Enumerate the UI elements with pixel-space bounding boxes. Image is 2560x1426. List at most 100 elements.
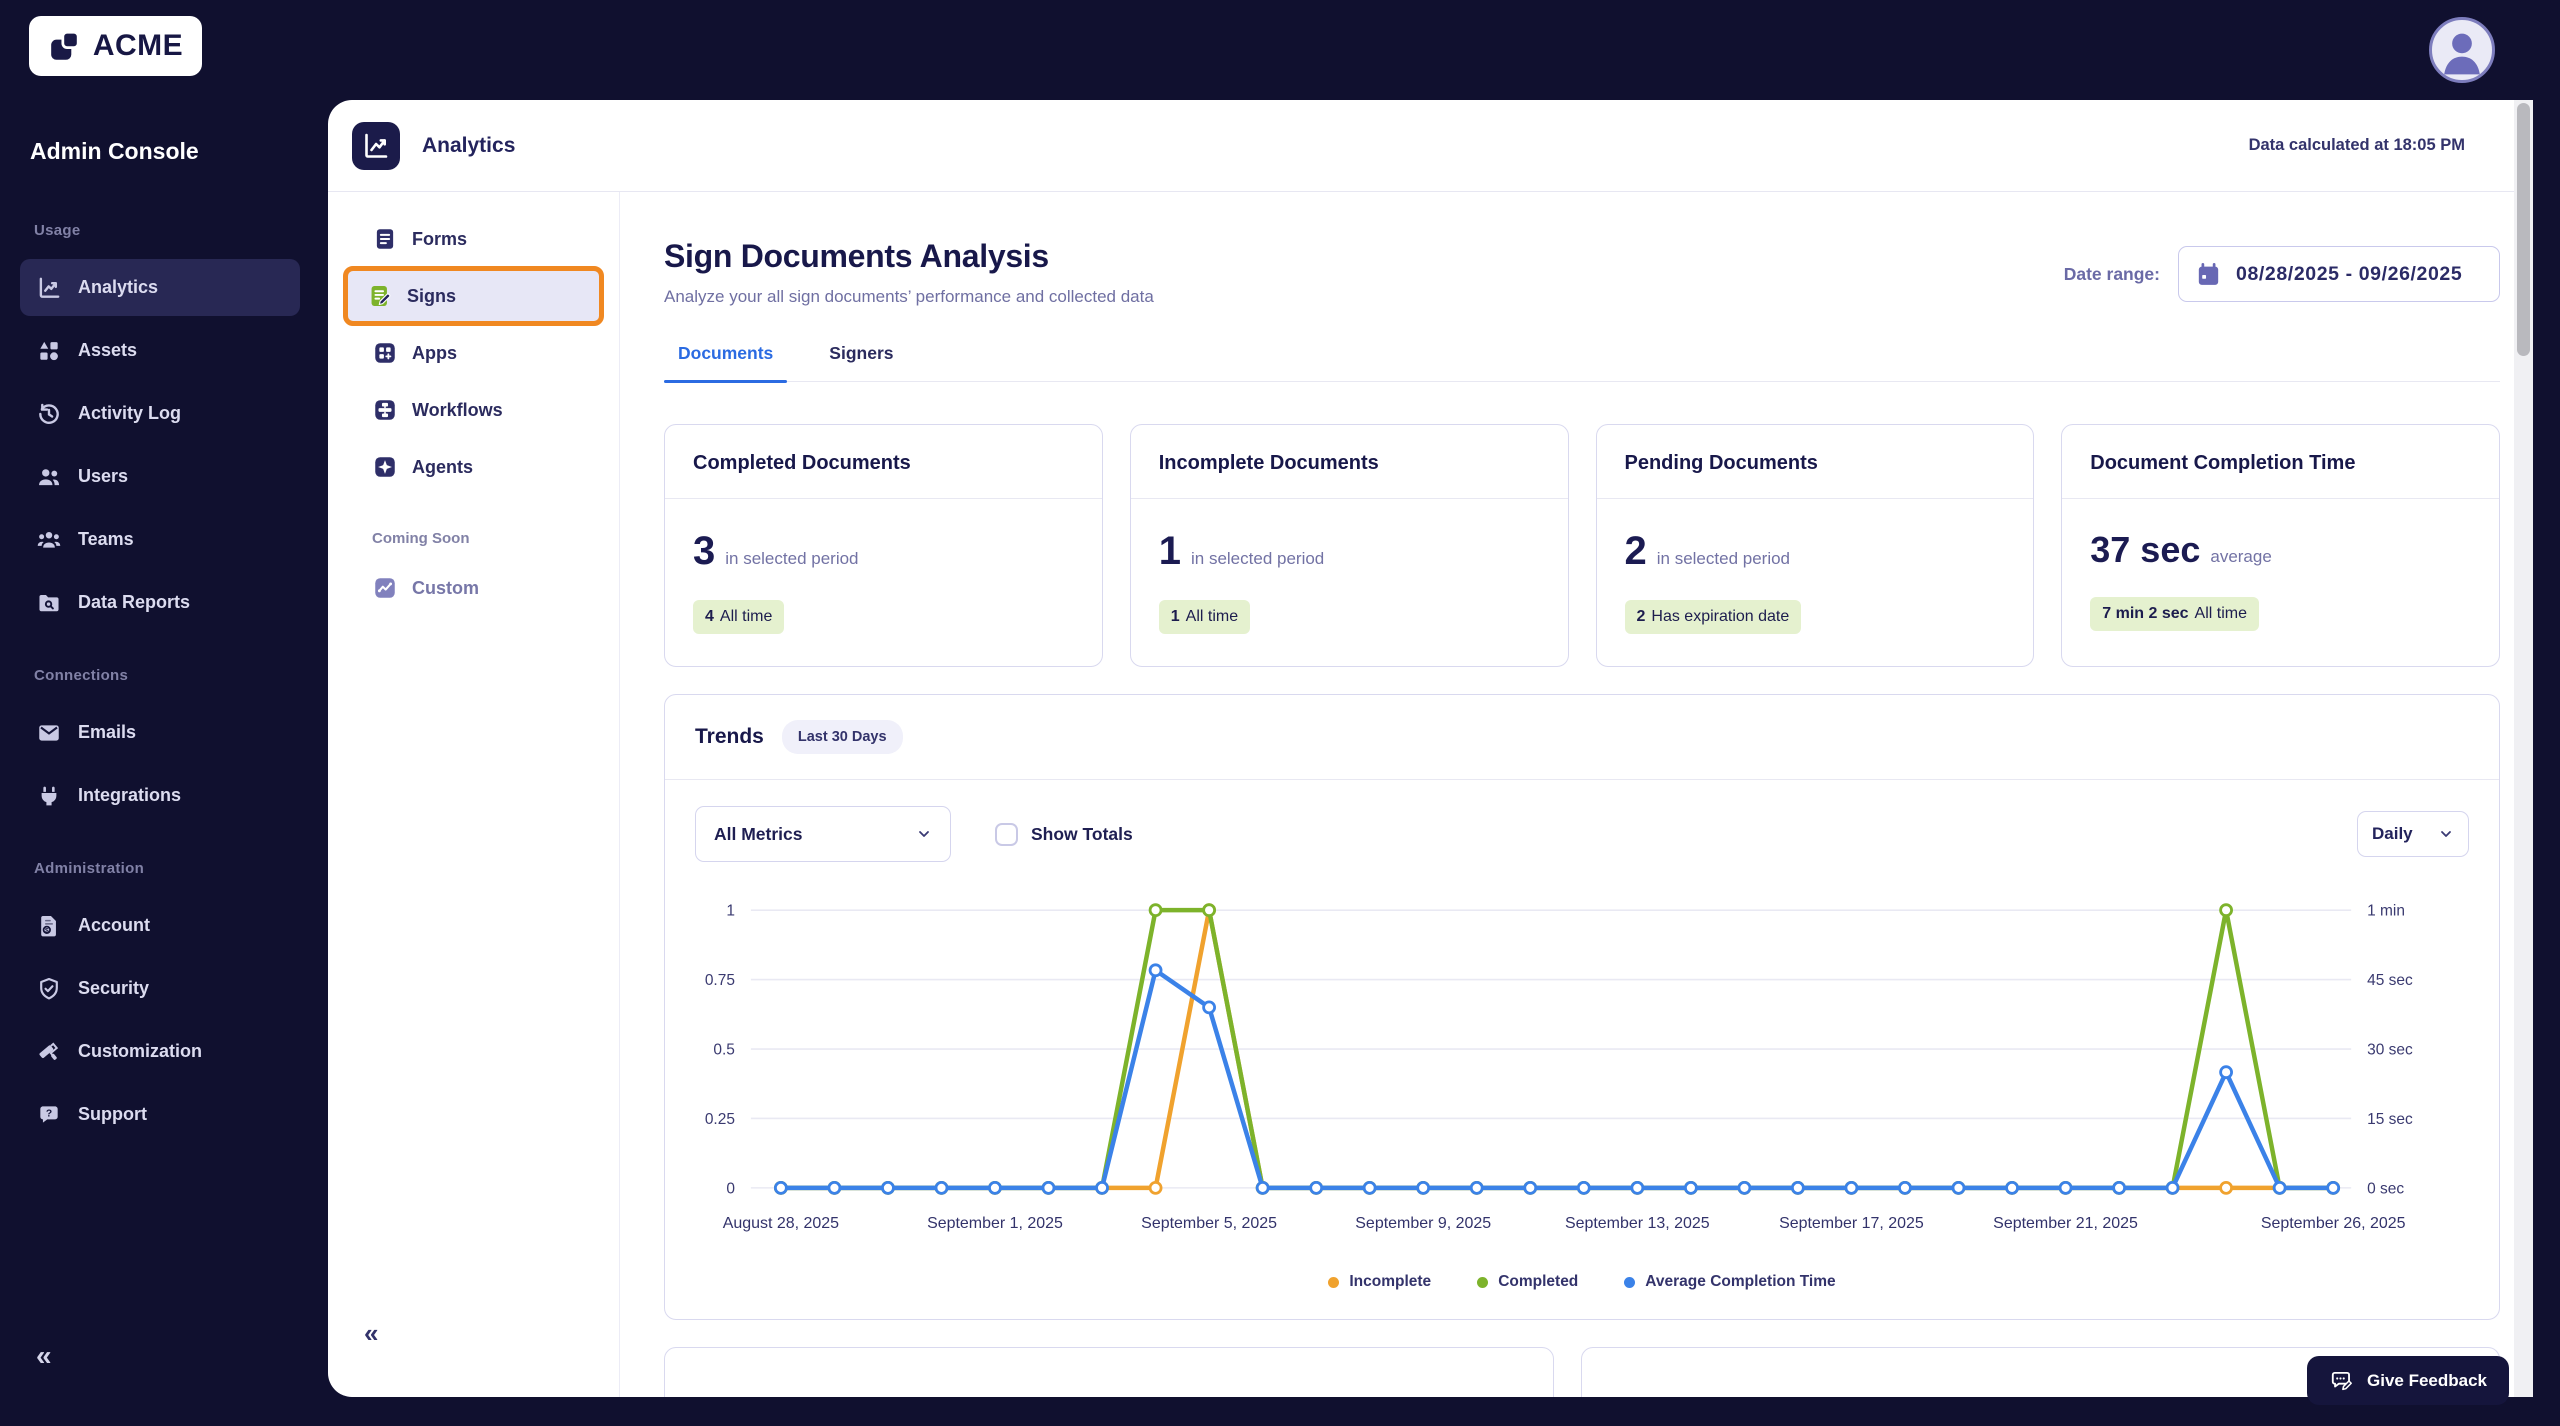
stat-card-document-completion-time: Document Completion Time37 secaverage7 m…: [2061, 424, 2500, 667]
tab-documents[interactable]: Documents: [678, 343, 773, 381]
calendar-icon: [2195, 261, 2222, 288]
subnav-items: Forms Signs Apps Workflows Agents: [328, 214, 619, 492]
acme-logo[interactable]: ACME: [29, 16, 202, 76]
date-range-value: 08/28/2025 - 09/26/2025: [2236, 263, 2462, 286]
sidebar-item-teams[interactable]: Teams: [20, 511, 300, 568]
svg-text:September 9, 2025: September 9, 2025: [1355, 1215, 1491, 1232]
sidebar-item-support[interactable]: ?Support: [20, 1086, 300, 1143]
page-content: Sign Documents Analysis Analyze your all…: [620, 192, 2514, 1397]
metrics-select-value: All Metrics: [714, 824, 803, 845]
subnav-item-apps[interactable]: Apps: [348, 328, 599, 378]
analytics-subnav: Forms Signs Apps Workflows Agents Coming Soo…: [328, 192, 620, 1397]
subnav-item-label: Agents: [412, 457, 473, 478]
scrollbar-thumb[interactable]: [2517, 103, 2530, 356]
sidebar-item-label: Account: [78, 915, 150, 936]
interval-select-value: Daily: [2372, 824, 2413, 844]
sidebar-section-label: Usage: [34, 222, 320, 239]
support-icon: ?: [36, 1102, 62, 1128]
page-title: Sign Documents Analysis: [664, 238, 1154, 275]
svg-text:1 min: 1 min: [2367, 903, 2405, 920]
svg-text:0.25: 0.25: [705, 1111, 735, 1128]
subnav-coming-items: Custom: [328, 563, 619, 613]
give-feedback-label: Give Feedback: [2367, 1371, 2487, 1391]
stat-value: 2: [1625, 529, 1647, 574]
console-title: Admin Console: [30, 138, 199, 165]
metrics-select[interactable]: All Metrics: [695, 806, 951, 862]
next-section-row: [664, 1347, 2500, 1397]
give-feedback-button[interactable]: Give Feedback: [2307, 1356, 2509, 1405]
interval-select[interactable]: Daily: [2357, 811, 2469, 857]
page-subtitle: Analyze your all sign documents’ perform…: [664, 287, 1154, 307]
workflows-icon: [372, 397, 398, 423]
sidebar-item-security[interactable]: Security: [20, 960, 300, 1017]
show-totals-checkbox[interactable]: [995, 823, 1018, 846]
sidebar-item-label: Analytics: [78, 277, 158, 298]
chevron-down-icon: [916, 826, 932, 842]
svg-text:August 28, 2025: August 28, 2025: [723, 1215, 839, 1232]
user-avatar[interactable]: [2429, 17, 2495, 83]
account-icon: $: [36, 913, 62, 939]
date-range-picker[interactable]: 08/28/2025 - 09/26/2025: [2178, 246, 2500, 302]
trends-chart-container: 00.250.50.7510 sec15 sec30 sec45 sec1 mi…: [665, 862, 2499, 1271]
svg-text:45 sec: 45 sec: [2367, 972, 2413, 989]
svg-text:?: ?: [46, 1108, 52, 1119]
coming-soon-label: Coming Soon: [372, 530, 619, 547]
sidebar-item-integrations[interactable]: Integrations: [20, 767, 300, 824]
subnav-item-signs[interactable]: Signs: [343, 266, 604, 326]
sidebar-item-users[interactable]: Users: [20, 448, 300, 505]
sidebar-item-activity-log[interactable]: Activity Log: [20, 385, 300, 442]
svg-text:1: 1: [726, 903, 735, 920]
trends-title: Trends: [695, 725, 764, 749]
sidebar-item-assets[interactable]: Assets: [20, 322, 300, 379]
stat-cards-row: Completed Documents3in selected period4A…: [664, 424, 2500, 667]
svg-text:September 1, 2025: September 1, 2025: [927, 1215, 1063, 1232]
sidebar-item-account[interactable]: $ Account: [20, 897, 300, 954]
panel-scrollbar[interactable]: [2514, 100, 2533, 1397]
svg-text:0.75: 0.75: [705, 972, 735, 989]
subnav-item-custom[interactable]: Custom: [348, 563, 599, 613]
stat-value: 3: [693, 529, 715, 574]
sidebar-item-emails[interactable]: Emails: [20, 704, 300, 761]
user-avatar-icon: [2432, 20, 2492, 80]
svg-text:September 5, 2025: September 5, 2025: [1141, 1215, 1277, 1232]
date-range-label: Date range:: [2064, 264, 2160, 285]
svg-text:September 21, 2025: September 21, 2025: [1993, 1215, 2138, 1232]
panel-title: Analytics: [422, 134, 515, 158]
teams-icon: [36, 527, 62, 553]
stat-badge: 2Has expiration date: [1625, 600, 1802, 634]
apps-icon: [372, 340, 398, 366]
stat-suffix: in selected period: [1191, 549, 1324, 569]
stat-badge: 4All time: [693, 600, 784, 634]
signs-icon: [367, 283, 393, 309]
subnav-item-label: Signs: [407, 286, 456, 307]
stat-card-title: Document Completion Time: [2062, 425, 2499, 499]
sidebar-item-label: Teams: [78, 529, 134, 550]
sidebar-item-label: Assets: [78, 340, 137, 361]
tab-signers[interactable]: Signers: [829, 343, 893, 381]
analytics-icon: [36, 275, 62, 301]
forms-icon: [372, 226, 398, 252]
sidebar-collapse-button[interactable]: «: [36, 1340, 52, 1372]
subnav-collapse-button[interactable]: «: [364, 1318, 378, 1349]
subnav-item-workflows[interactable]: Workflows: [348, 385, 599, 435]
sidebar-item-label: Integrations: [78, 785, 181, 806]
feedback-icon: [2329, 1368, 2355, 1394]
logo-text: ACME: [93, 29, 183, 63]
trends-period-badge: Last 30 Days: [782, 720, 903, 754]
svg-text:0: 0: [726, 1180, 735, 1197]
svg-text:$: $: [45, 927, 49, 934]
svg-text:15 sec: 15 sec: [2367, 1111, 2413, 1128]
stat-card-completed-documents: Completed Documents3in selected period4A…: [664, 424, 1103, 667]
subnav-item-agents[interactable]: Agents: [348, 442, 599, 492]
users-icon: [36, 464, 62, 490]
subnav-item-label: Forms: [412, 229, 467, 250]
sidebar-item-analytics[interactable]: Analytics: [20, 259, 300, 316]
stat-card-pending-documents: Pending Documents2in selected period2Has…: [1596, 424, 2035, 667]
partial-card-left: [664, 1347, 1554, 1397]
sidebar-item-data-reports[interactable]: Data Reports: [20, 574, 300, 631]
subnav-item-forms[interactable]: Forms: [348, 214, 599, 264]
sidebar-item-label: Data Reports: [78, 592, 190, 613]
sidebar-item-customization[interactable]: Customization: [20, 1023, 300, 1080]
sidebar-item-label: Users: [78, 466, 128, 487]
stat-card-incomplete-documents: Incomplete Documents1in selected period1…: [1130, 424, 1569, 667]
